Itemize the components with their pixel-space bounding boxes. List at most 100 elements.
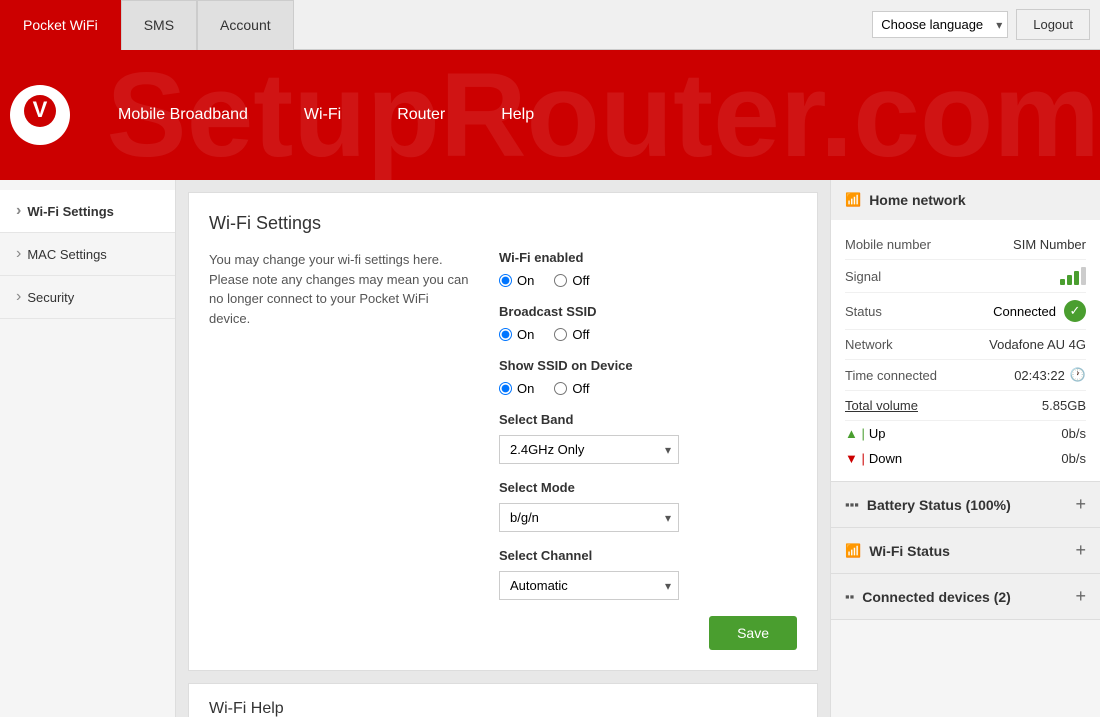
wifi-help-card: Wi-Fi Help: [188, 683, 818, 717]
select-mode-select[interactable]: b/g/n b/g n only: [499, 503, 679, 532]
sidebar-item-security[interactable]: Security: [0, 276, 175, 319]
svg-text:V: V: [33, 97, 48, 122]
time-connected-value: 02:43:22: [1014, 368, 1065, 383]
connected-devices-header[interactable]: ▪▪ Connected devices (2) +: [831, 574, 1100, 619]
home-network-section: 📶 Home network Mobile number SIM Number …: [831, 180, 1100, 482]
connected-devices-expand-icon[interactable]: +: [1075, 586, 1086, 607]
select-band-wrapper: 2.4GHz Only 5GHz Only Both: [499, 435, 679, 464]
wifi-enabled-off[interactable]: Off: [554, 273, 589, 288]
time-connected-value-wrap: 02:43:22 🕐: [1014, 367, 1086, 383]
broadcast-ssid-label: Broadcast SSID: [499, 304, 797, 319]
up-value: 0b/s: [1061, 426, 1086, 441]
broadcast-ssid-on-radio[interactable]: [499, 328, 512, 341]
wifi-status-header[interactable]: 📶 Wi-Fi Status +: [831, 528, 1100, 573]
wifi-help-title: Wi-Fi Help: [209, 700, 797, 717]
language-section: Choose language English French German Sp…: [872, 9, 1100, 40]
content-area: Wi-Fi Settings MAC Settings Security Wi-…: [0, 180, 1100, 717]
battery-expand-icon[interactable]: +: [1075, 494, 1086, 515]
nav-wifi[interactable]: Wi-Fi: [276, 96, 369, 134]
wifi-enabled-group: Wi-Fi enabled On Off: [499, 250, 797, 288]
network-value: Vodafone AU 4G: [989, 337, 1086, 352]
signal-bars: [1060, 267, 1086, 285]
show-ssid-radios: On Off: [499, 381, 797, 396]
broadcast-ssid-off-radio[interactable]: [554, 328, 567, 341]
show-ssid-off[interactable]: Off: [554, 381, 589, 396]
down-label-wrap: ▼ | Down: [845, 451, 902, 466]
wifi-enabled-off-radio[interactable]: [554, 274, 567, 287]
signal-bar-4: [1081, 267, 1086, 285]
settings-title: Wi-Fi Settings: [209, 213, 797, 234]
status-row: Status Connected ✓: [845, 293, 1086, 330]
down-label: Down: [869, 451, 902, 466]
select-band-label: Select Band: [499, 412, 797, 427]
wifi-enabled-on[interactable]: On: [499, 273, 534, 288]
mobile-number-label: Mobile number: [845, 237, 931, 252]
wifi-enabled-on-radio[interactable]: [499, 274, 512, 287]
nav-router[interactable]: Router: [369, 96, 473, 134]
save-button[interactable]: Save: [709, 616, 797, 650]
connected-devices-icon: ▪▪: [845, 589, 854, 604]
select-channel-select[interactable]: Automatic 1234 5678 91011: [499, 571, 679, 600]
network-row: Network Vodafone AU 4G: [845, 330, 1086, 360]
mobile-number-row: Mobile number SIM Number: [845, 230, 1086, 260]
save-btn-row: Save: [499, 616, 797, 650]
status-text: Connected: [993, 304, 1056, 319]
right-panel: 📶 Home network Mobile number SIM Number …: [830, 180, 1100, 717]
wifi-status-expand-icon[interactable]: +: [1075, 540, 1086, 561]
broadcast-ssid-group: Broadcast SSID On Off: [499, 304, 797, 342]
connected-devices-title: Connected devices (2): [862, 589, 1067, 605]
battery-icon: ▪▪▪: [845, 497, 859, 512]
top-nav: Pocket WiFi SMS Account Choose language …: [0, 0, 1100, 50]
time-connected-label: Time connected: [845, 368, 937, 383]
show-ssid-off-radio[interactable]: [554, 382, 567, 395]
sidebar-item-mac-settings[interactable]: MAC Settings: [0, 233, 175, 276]
select-channel-label: Select Channel: [499, 548, 797, 563]
show-ssid-on[interactable]: On: [499, 381, 534, 396]
battery-status-header[interactable]: ▪▪▪ Battery Status (100%) +: [831, 482, 1100, 527]
wifi-status-title: Wi-Fi Status: [869, 543, 1067, 559]
red-header: V Mobile Broadband Wi-Fi Router Help Set…: [0, 50, 1100, 180]
total-volume-label[interactable]: Total volume: [845, 398, 918, 413]
nav-mobile-broadband[interactable]: Mobile Broadband: [90, 96, 276, 134]
clock-icon: 🕐: [1070, 367, 1086, 383]
status-label: Status: [845, 304, 882, 319]
broadcast-ssid-off[interactable]: Off: [554, 327, 589, 342]
total-volume-value: 5.85GB: [1042, 398, 1086, 413]
select-mode-wrapper: b/g/n b/g n only: [499, 503, 679, 532]
logout-button[interactable]: Logout: [1016, 9, 1090, 40]
wifi-settings-card: Wi-Fi Settings You may change your wi-fi…: [188, 192, 818, 671]
home-network-header[interactable]: 📶 Home network: [831, 180, 1100, 220]
tab-pocket-wifi[interactable]: Pocket WiFi: [0, 0, 121, 50]
broadcast-ssid-radios: On Off: [499, 327, 797, 342]
nav-help[interactable]: Help: [473, 96, 562, 134]
show-ssid-label: Show SSID on Device: [499, 358, 797, 373]
select-band-group: Select Band 2.4GHz Only 5GHz Only Both: [499, 412, 797, 464]
signal-bar-3: [1074, 271, 1079, 285]
show-ssid-on-radio[interactable]: [499, 382, 512, 395]
total-volume-row: Total volume 5.85GB: [845, 391, 1086, 421]
settings-body: You may change your wi-fi settings here.…: [209, 250, 797, 650]
broadcast-ssid-on[interactable]: On: [499, 327, 534, 342]
tab-sms[interactable]: SMS: [121, 0, 197, 50]
wifi-enabled-radios: On Off: [499, 273, 797, 288]
signal-row: Signal: [845, 260, 1086, 293]
vodafone-v-mark: V: [22, 93, 58, 138]
tab-account[interactable]: Account: [197, 0, 294, 50]
down-value: 0b/s: [1061, 451, 1086, 466]
down-arrow-icon: ▼ |: [845, 451, 865, 466]
select-mode-label: Select Mode: [499, 480, 797, 495]
language-wrapper: Choose language English French German Sp…: [872, 11, 1008, 38]
time-connected-row: Time connected 02:43:22 🕐: [845, 360, 1086, 391]
select-band-select[interactable]: 2.4GHz Only 5GHz Only Both: [499, 435, 679, 464]
signal-bar-2: [1067, 275, 1072, 285]
status-value: Connected ✓: [993, 300, 1086, 322]
main-navigation: Mobile Broadband Wi-Fi Router Help: [90, 96, 562, 134]
select-mode-group: Select Mode b/g/n b/g n only: [499, 480, 797, 532]
up-label: Up: [869, 426, 886, 441]
settings-description: You may change your wi-fi settings here.…: [209, 250, 469, 650]
language-select[interactable]: Choose language English French German Sp…: [872, 11, 1008, 38]
home-network-title: Home network: [869, 192, 1086, 208]
signal-bar-1: [1060, 279, 1065, 285]
up-label-wrap: ▲ | Up: [845, 426, 885, 441]
sidebar-item-wifi-settings[interactable]: Wi-Fi Settings: [0, 190, 175, 233]
